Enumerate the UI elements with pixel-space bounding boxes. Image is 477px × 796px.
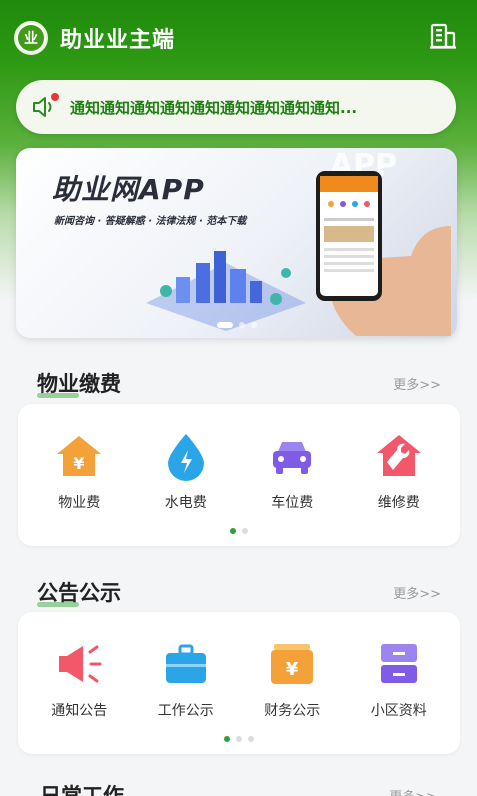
notice-bar[interactable]: 通知通知通知通知通知通知通知通知通知... [16,80,456,134]
grid-item-repair-fee[interactable]: 维修费 [349,430,449,512]
promo-banner[interactable]: APP 助业网APP 新闻咨询 · 答疑解惑 · 法律法规 · 范本下载 [16,148,457,338]
announcement-icon [59,645,102,683]
grid-item-property-fee[interactable]: ¥ 物业费 [29,430,129,512]
unread-dot [51,93,59,101]
water-electric-icon [167,434,204,481]
pager-dot[interactable] [248,736,254,742]
grid-item-label: 工作公示 [157,703,214,719]
grid-item-label: 物业费 [58,495,101,511]
section-title: 物业缴费 [37,368,121,398]
svg-text:¥: ¥ [286,659,299,680]
banner-dot[interactable] [238,322,245,328]
grid-item-label: 车位费 [271,495,314,511]
grid-item-water-electric[interactable]: 水电费 [136,430,236,512]
section-header-announcements: 公告公示 更多>> [37,577,441,607]
pager-dot[interactable] [224,736,230,742]
finance-publicity-icon: ¥ [271,644,314,684]
more-link[interactable]: 更多>> [393,374,441,393]
card-pager [18,528,460,534]
grid-item-community-info[interactable]: 小区资料 [349,638,449,720]
property-fee-card: ¥ 物业费 水电费 车位费 维修费 [18,404,460,546]
section-title-daily-work: 日常工作 [40,784,124,796]
app-logo: 业 [14,21,48,55]
app-title: 助业业主端 [60,28,176,53]
building-icon[interactable] [429,22,457,50]
more-link[interactable]: 更多>> [393,583,441,602]
phone-illustration [316,171,451,336]
grid-item-label: 水电费 [164,495,207,511]
more-link[interactable]: 更多>> [389,786,437,796]
grid-item-label: 维修费 [377,495,420,511]
parking-fee-icon [273,442,312,474]
work-publicity-icon [165,644,206,683]
grid-item-label: 财务公示 [264,703,321,719]
app-header: 业 助业业主端 [0,0,477,76]
logo-mark: 业 [18,25,44,51]
banner-dot[interactable] [216,322,233,328]
grid-item-announcement[interactable]: 通知公告 [29,638,129,720]
card-pager [18,736,460,742]
property-fee-icon: ¥ [57,436,102,476]
grid-item-work-publicity[interactable]: 工作公示 [136,638,236,720]
grid-item-label: 通知公告 [51,703,108,719]
notice-text[interactable]: 通知通知通知通知通知通知通知通知通知... [70,97,440,118]
pager-dot[interactable] [230,528,236,534]
pager-dot[interactable] [242,528,248,534]
banner-pager [216,322,257,328]
announcement-card: 通知公告 工作公示 ¥ 财务公示 小区资料 [18,612,460,754]
banner-subtitle: 新闻咨询 · 答疑解惑 · 法律法规 · 范本下载 [54,216,247,227]
section-title: 公告公示 [37,577,121,607]
section-header-property-fees: 物业缴费 更多>> [37,368,441,398]
city-illustration [146,251,306,331]
community-info-icon [380,644,417,683]
banner-dot[interactable] [250,322,257,328]
svg-text:¥: ¥ [74,454,85,473]
banner-title: 助业网APP [52,173,205,206]
grid-item-finance-publicity[interactable]: ¥ 财务公示 [242,638,342,720]
speaker-icon [30,93,59,121]
pager-dot[interactable] [236,736,242,742]
grid-item-label: 小区资料 [370,703,427,719]
repair-fee-icon [376,435,421,476]
grid-item-parking-fee[interactable]: 车位费 [242,430,342,512]
